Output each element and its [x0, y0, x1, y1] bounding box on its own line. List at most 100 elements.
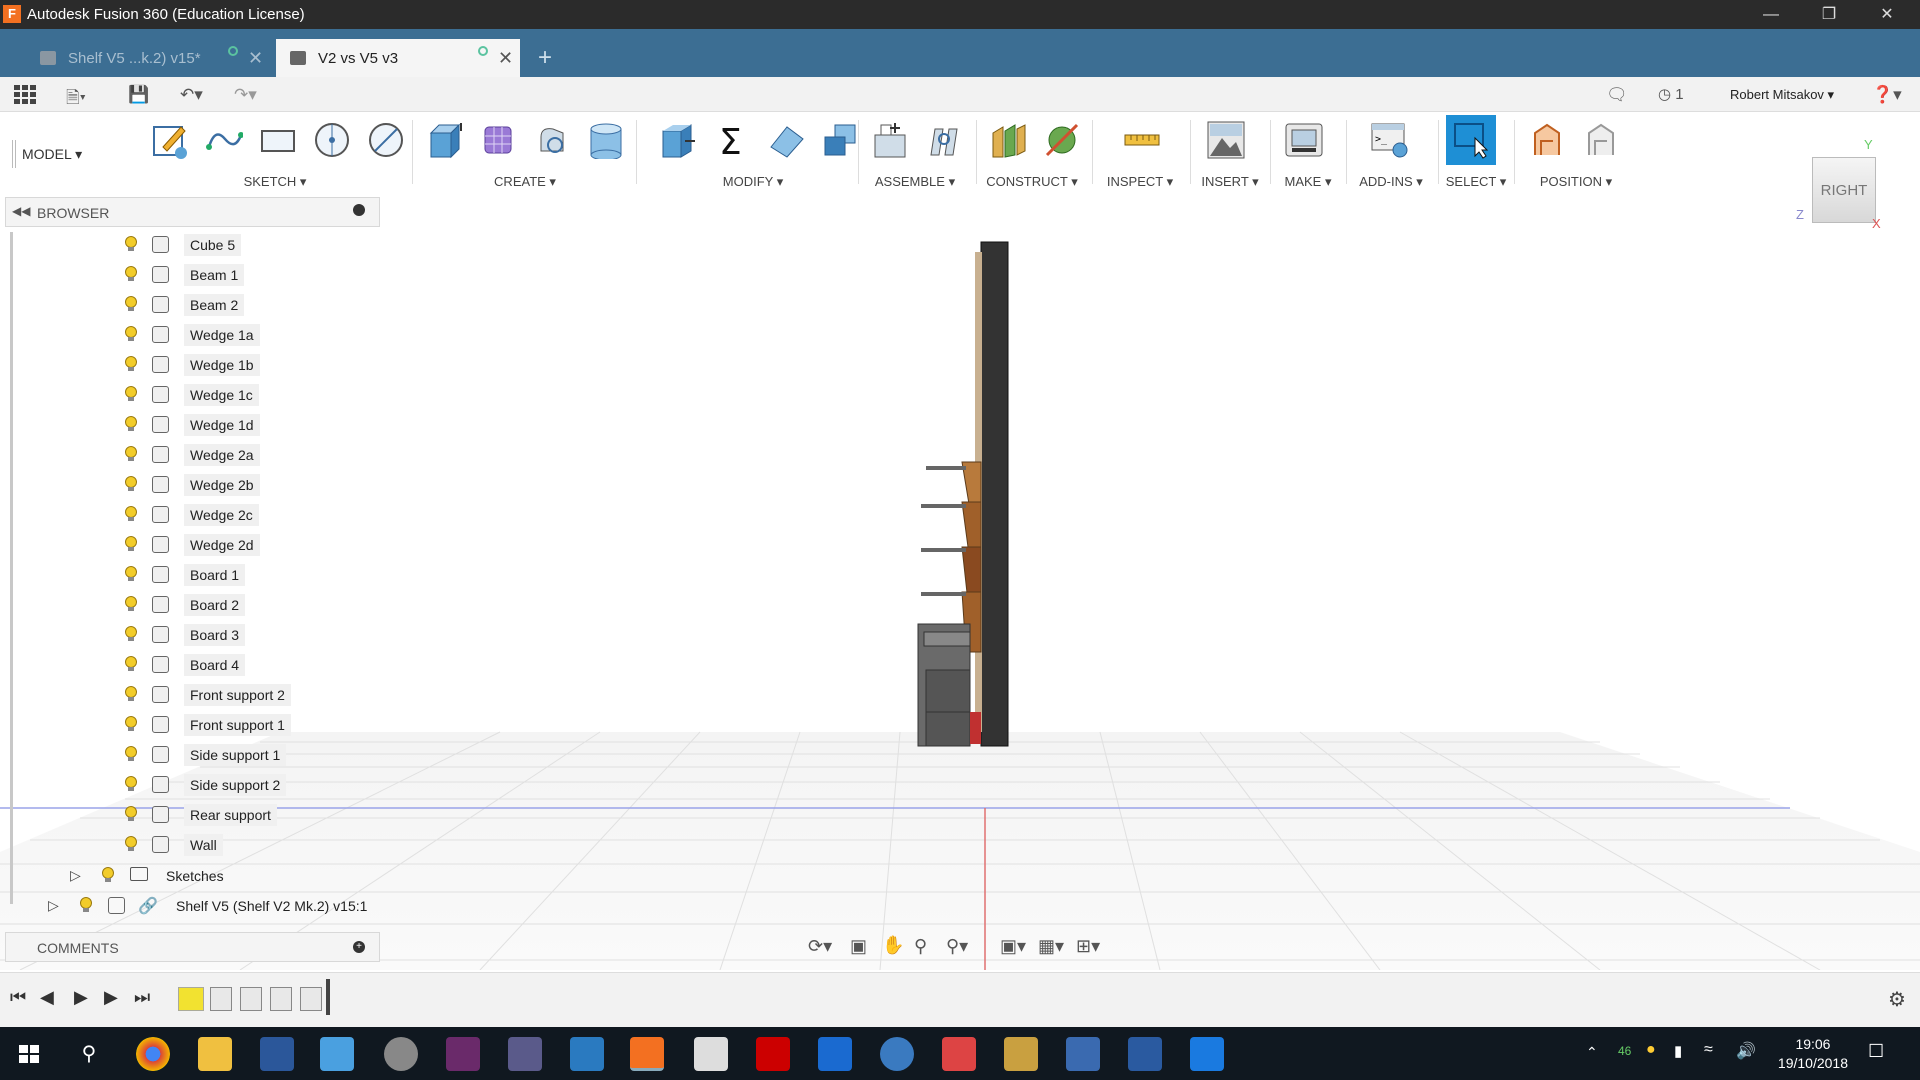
visibility-bulb-icon[interactable]	[125, 686, 137, 702]
position-group-label[interactable]: POSITION ▾	[1516, 174, 1636, 190]
fit-icon[interactable]: ⚲▾	[946, 936, 968, 957]
revolve-icon[interactable]	[530, 118, 574, 162]
browser-options-icon[interactable]	[353, 204, 365, 216]
windows-start-icon[interactable]	[12, 1037, 46, 1071]
circle-icon[interactable]	[310, 118, 354, 162]
timeline-settings-gear-icon[interactable]: ⚙	[1888, 987, 1906, 1012]
axis-icon[interactable]	[1040, 118, 1084, 162]
construct-group-label[interactable]: CONSTRUCT ▾	[978, 174, 1086, 190]
sketches-folder[interactable]: ▷ Sketches	[0, 861, 380, 891]
browser-body-item[interactable]: Wedge 2d	[0, 530, 380, 560]
visibility-bulb-icon[interactable]	[125, 626, 137, 642]
browser-body-item[interactable]: Board 2	[0, 590, 380, 620]
visibility-bulb-icon[interactable]	[125, 326, 137, 342]
restore-button[interactable]: ❐	[1800, 0, 1858, 29]
next-step-icon[interactable]: ▶	[104, 987, 118, 1008]
visibility-bulb-icon[interactable]	[125, 416, 137, 432]
visibility-bulb-icon[interactable]	[125, 536, 137, 552]
visibility-bulb-icon[interactable]	[125, 266, 137, 282]
volume-icon[interactable]: 🔊	[1736, 1041, 1756, 1061]
create-group-label[interactable]: CREATE ▾	[414, 174, 636, 190]
app-icon-7[interactable]	[508, 1037, 542, 1071]
visibility-bulb-icon[interactable]	[125, 716, 137, 732]
media-player-icon[interactable]	[320, 1037, 354, 1071]
app-icon-18[interactable]	[1190, 1037, 1224, 1071]
acrobat-icon[interactable]	[756, 1037, 790, 1071]
timeline-feature-3[interactable]	[240, 987, 262, 1011]
insert-group-label[interactable]: INSERT ▾	[1192, 174, 1268, 190]
tab-v2-vs-v5[interactable]: V2 vs V5 v3 ✕	[276, 39, 520, 77]
app-icon-16[interactable]	[1066, 1037, 1100, 1071]
visibility-bulb-icon[interactable]	[125, 806, 137, 822]
help-icon[interactable]: ❓▾	[1872, 85, 1902, 105]
scripts-icon[interactable]: >_	[1368, 118, 1412, 162]
assemble-group-label[interactable]: ASSEMBLE ▾	[860, 174, 970, 190]
line-icon[interactable]	[364, 118, 408, 162]
browser-body-item[interactable]: Cube 5	[0, 230, 380, 260]
timeline-feature-1[interactable]	[178, 987, 204, 1011]
browser-body-item[interactable]: Wedge 1c	[0, 380, 380, 410]
extrude-icon[interactable]	[422, 118, 466, 162]
browser-body-item[interactable]: Beam 2	[0, 290, 380, 320]
app-icon-10[interactable]	[694, 1037, 728, 1071]
tray-expand-icon[interactable]: ⌃	[1586, 1044, 1598, 1061]
browser-body-item[interactable]: Wedge 2c	[0, 500, 380, 530]
browser-body-item[interactable]: Wedge 2b	[0, 470, 380, 500]
browser-body-item[interactable]: Side support 2	[0, 770, 380, 800]
select-icon[interactable]	[1446, 115, 1496, 165]
look-at-icon[interactable]: ▣	[850, 936, 867, 957]
browser-body-item[interactable]: Wedge 1a	[0, 320, 380, 350]
select-group-label[interactable]: SELECT ▾	[1440, 174, 1512, 190]
display-settings-icon[interactable]: ▣▾	[1000, 936, 1026, 957]
timeline-feature-4[interactable]	[270, 987, 292, 1011]
browser-body-item[interactable]: Side support 1	[0, 740, 380, 770]
add-comment-icon[interactable]: +	[353, 941, 365, 953]
browser-body-item[interactable]: Front support 1	[0, 710, 380, 740]
visibility-bulb-icon[interactable]	[125, 236, 137, 252]
browser-body-item[interactable]: Wedge 1b	[0, 350, 380, 380]
comments-panel-header[interactable]: COMMENTS +	[5, 932, 380, 962]
measure-icon[interactable]	[1120, 118, 1164, 162]
zoom-icon[interactable]: ⚲	[914, 936, 927, 957]
combine-icon[interactable]	[818, 118, 862, 162]
visibility-bulb-icon[interactable]	[125, 836, 137, 852]
revert-icon[interactable]	[1578, 118, 1622, 162]
word-icon[interactable]	[260, 1037, 294, 1071]
joint-icon[interactable]	[922, 118, 966, 162]
app-icon-14[interactable]	[942, 1037, 976, 1071]
file-explorer-icon[interactable]	[198, 1037, 232, 1071]
app-icon-6[interactable]	[446, 1037, 480, 1071]
redo-icon[interactable]: ↷▾	[234, 85, 257, 105]
shelf-model[interactable]	[917, 241, 1009, 747]
form-icon[interactable]	[476, 118, 520, 162]
capture-position-icon[interactable]	[1524, 118, 1568, 162]
action-center-icon[interactable]: ☐	[1868, 1041, 1884, 1062]
close-window-button[interactable]: ✕	[1858, 0, 1916, 29]
visibility-bulb-icon[interactable]	[125, 596, 137, 612]
user-account-menu[interactable]: Robert Mitsakov ▾	[1730, 87, 1834, 103]
create-sketch-icon[interactable]	[148, 118, 192, 162]
browser-body-item[interactable]: Rear support	[0, 800, 380, 830]
collapse-panel-icon[interactable]: ◀◀	[12, 204, 30, 218]
rectangle-icon[interactable]	[256, 118, 300, 162]
fillet-icon[interactable]	[764, 118, 808, 162]
visibility-bulb-icon[interactable]	[125, 776, 137, 792]
previous-step-icon[interactable]: ◀	[40, 987, 54, 1008]
new-component-icon[interactable]	[868, 118, 912, 162]
fusion-taskbar-icon[interactable]	[630, 1037, 664, 1071]
browser-body-item[interactable]: Board 4	[0, 650, 380, 680]
minimize-button[interactable]: —	[1742, 0, 1800, 29]
offset-plane-icon[interactable]	[986, 118, 1030, 162]
last-step-icon[interactable]: ⏭	[134, 987, 150, 1008]
app-icon-15[interactable]	[1004, 1037, 1038, 1071]
browser-body-item[interactable]: Wedge 1d	[0, 410, 380, 440]
undo-icon[interactable]: ↶▾	[180, 85, 203, 105]
viewports-icon[interactable]: ⊞▾	[1076, 936, 1100, 957]
notifications-icon[interactable]: 🗨	[1606, 85, 1628, 105]
wifi-icon[interactable]: ≈	[1704, 1041, 1713, 1059]
modify-group-label[interactable]: MODIFY ▾	[648, 174, 858, 190]
first-step-icon[interactable]: ⏮	[10, 987, 26, 1008]
job-status[interactable]: ◷ 1	[1658, 85, 1684, 103]
new-tab-button[interactable]: +	[530, 39, 560, 77]
app-icon-5[interactable]	[384, 1037, 418, 1071]
